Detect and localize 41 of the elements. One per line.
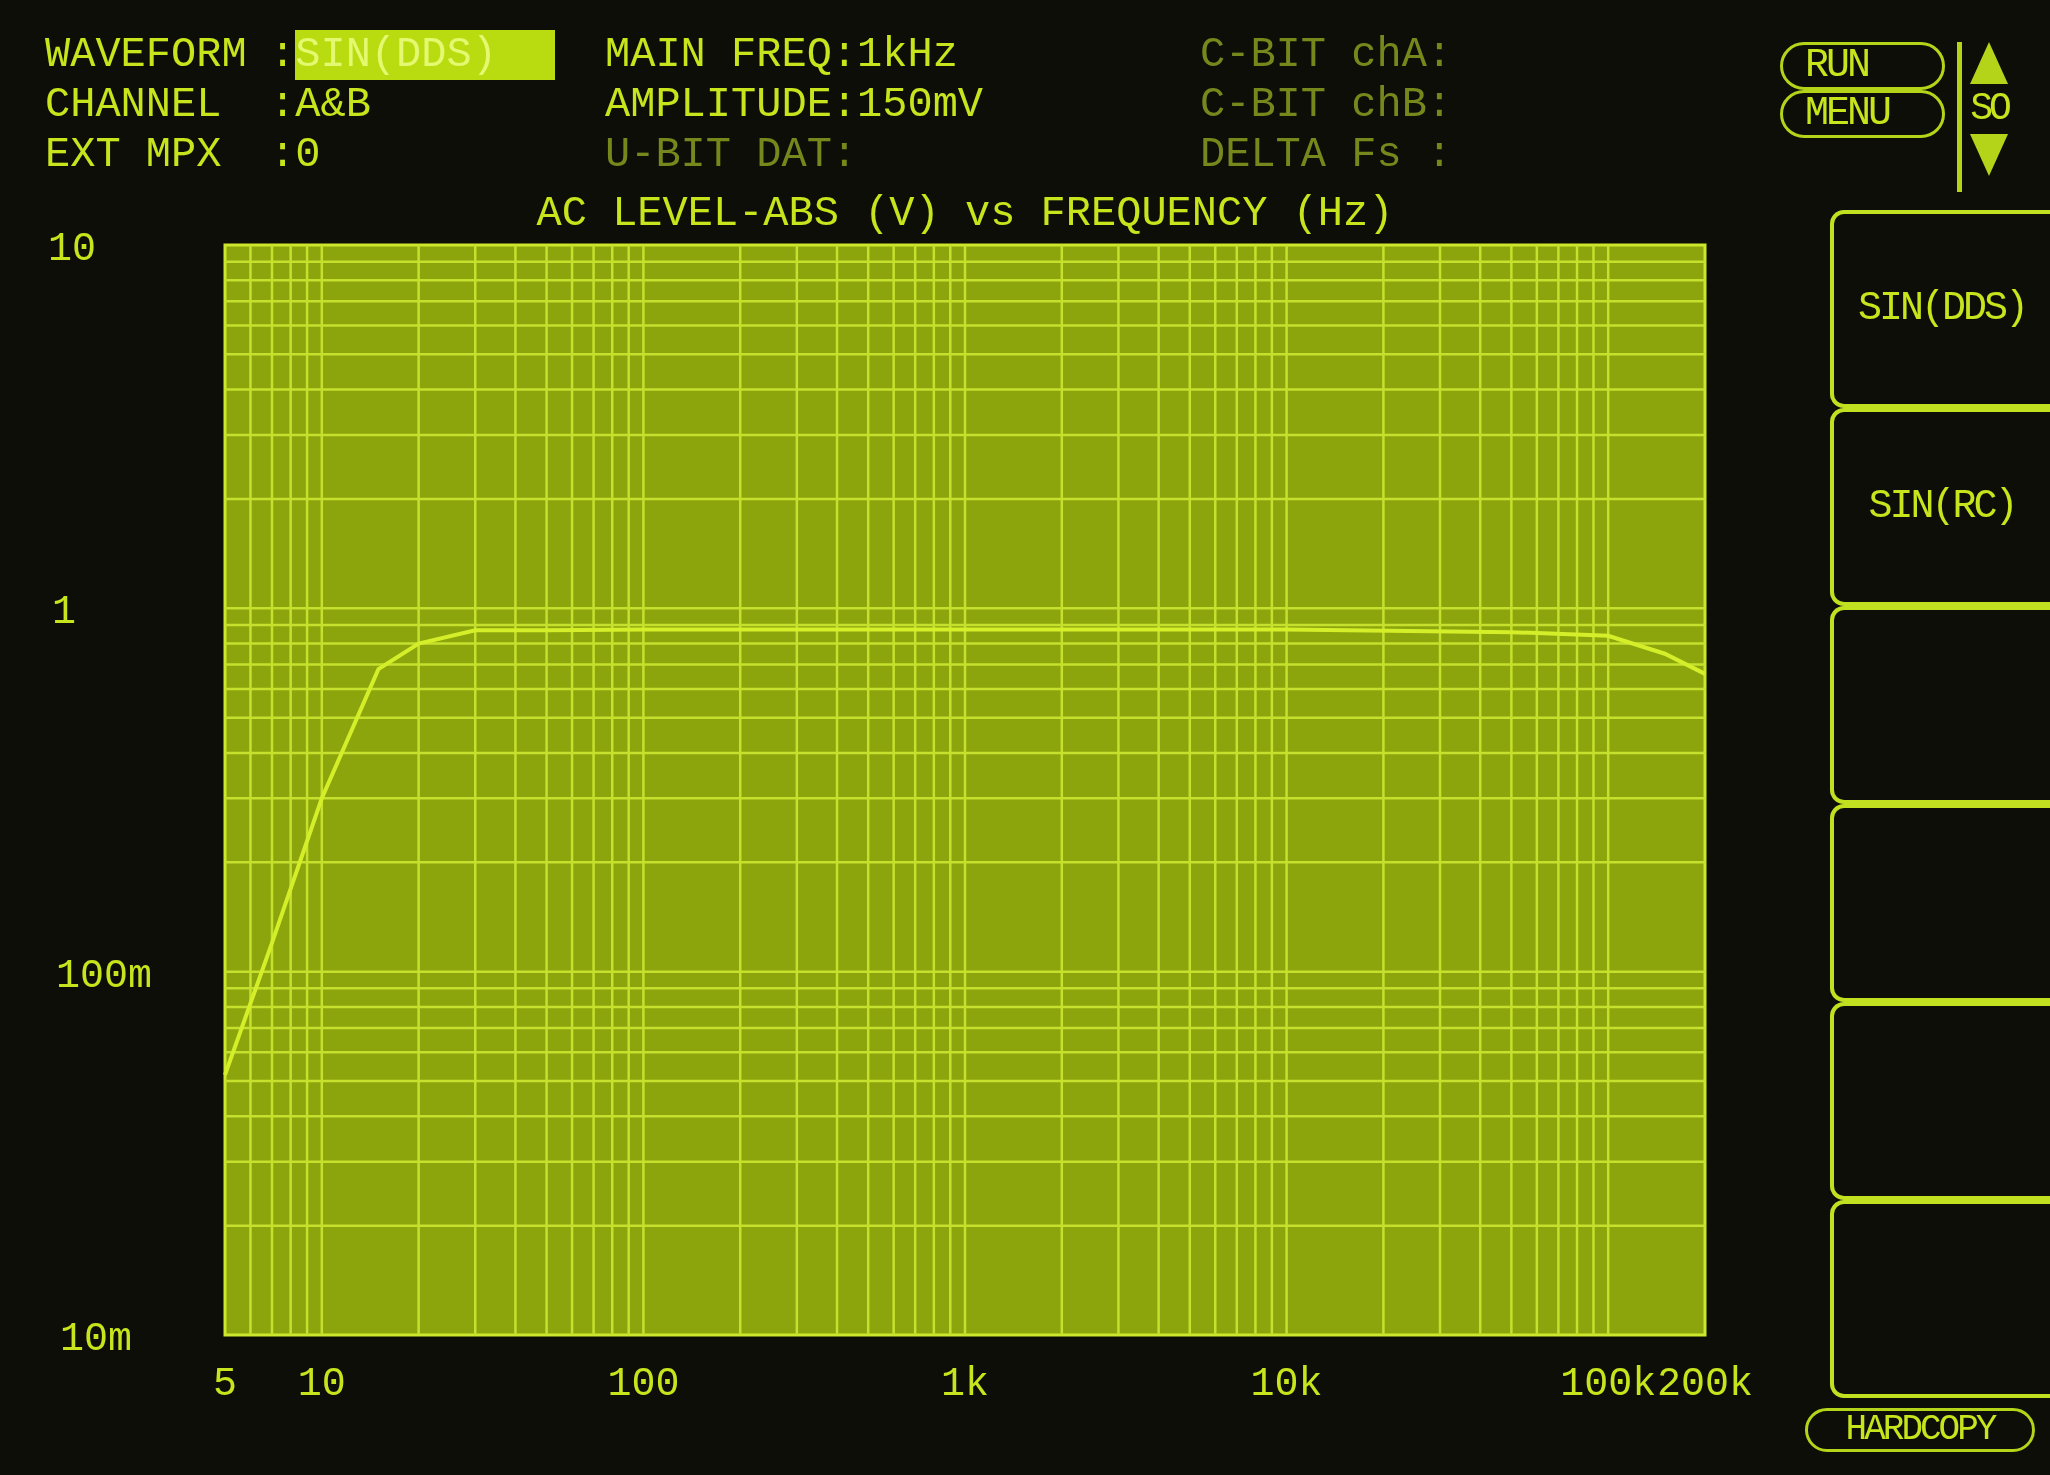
status-label: CHANNEL: [45, 80, 223, 130]
axis-tick-label: 200k: [1657, 1362, 1753, 1407]
softkey-button[interactable]: [1830, 1200, 2050, 1398]
softkey-button[interactable]: SIN(RC): [1830, 408, 2050, 606]
status-label: WAVEFORM: [45, 30, 248, 80]
status-separator: :: [270, 30, 296, 80]
softkey-button[interactable]: [1830, 606, 2050, 804]
axis-tick-label: 10: [48, 227, 96, 272]
scroll-up-icon[interactable]: [1970, 42, 2008, 84]
status-label: MAIN FREQ:: [605, 30, 858, 80]
softkey-button[interactable]: [1830, 1002, 2050, 1200]
status-label: EXT MPX: [45, 130, 223, 180]
status-value: SIN(DDS): [295, 30, 556, 80]
hardcopy-button[interactable]: HARDCOPY: [1805, 1408, 2035, 1452]
status-value: 150mV: [857, 80, 984, 130]
status-label: DELTA Fs :: [1200, 130, 1453, 180]
axis-tick-label: 10: [297, 1362, 346, 1407]
axis-tick-label: 100: [607, 1362, 680, 1407]
status-value: 0: [295, 130, 321, 180]
axis-tick-label: 10k: [1250, 1362, 1323, 1407]
status-label: C-BIT chB:: [1200, 80, 1453, 130]
status-label: AMPLITUDE:: [605, 80, 858, 130]
scroll-down-icon[interactable]: [1970, 134, 2008, 176]
softkey-button[interactable]: [1830, 804, 2050, 1002]
status-value: A&B: [295, 80, 371, 130]
axis-tick-label: 10m: [60, 1317, 132, 1362]
axis-tick-label: 100k: [1560, 1362, 1657, 1407]
axis-tick-label: 1k: [941, 1362, 989, 1407]
status-label: U-BIT DAT:: [605, 130, 858, 180]
axis-tick-label: 100m: [56, 953, 152, 999]
softkey-button[interactable]: SIN(DDS): [1830, 210, 2050, 408]
menu-button[interactable]: MENU: [1780, 90, 1945, 138]
status-separator: :: [270, 130, 296, 180]
status-value: 1kHz: [857, 30, 958, 80]
status-label: C-BIT chA:: [1200, 30, 1453, 80]
axis-tick-label: 1: [52, 590, 76, 636]
axis-tick-label: 5: [213, 1362, 237, 1407]
scroll-label: SO: [1970, 86, 2008, 132]
chart-title: AC LEVEL-ABS (V) vs FREQUENCY (Hz): [536, 190, 1394, 238]
status-separator: :: [270, 80, 296, 130]
menu-button[interactable]: RUN: [1780, 42, 1945, 90]
